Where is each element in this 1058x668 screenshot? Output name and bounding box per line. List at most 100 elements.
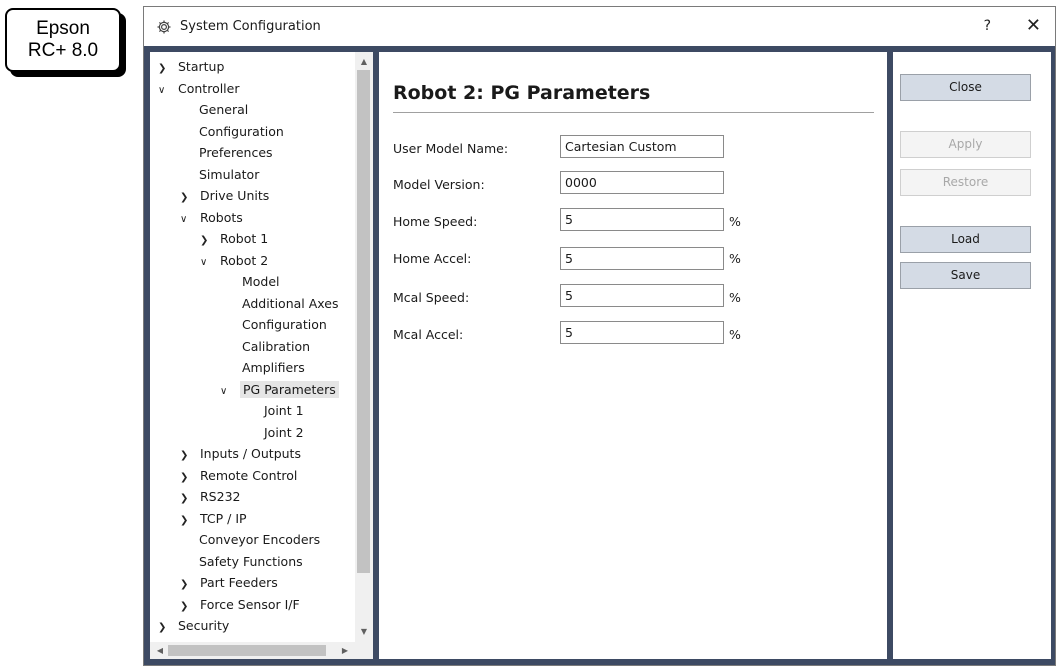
window-title: System Configuration	[180, 19, 321, 34]
content-panel: Robot 2: PG Parameters User Model Name: …	[379, 52, 887, 659]
home-accel-label: Home Accel:	[393, 251, 472, 266]
tree-item-label: TCP / IP	[200, 510, 247, 526]
user-model-name-input[interactable]: Cartesian Custom	[560, 135, 724, 158]
tree-item[interactable]: Configuration	[199, 121, 284, 142]
tree-item[interactable]: ∨ Robot 2	[200, 250, 268, 271]
scroll-left-arrow-icon[interactable]: ◀	[152, 642, 168, 659]
tree-item[interactable]: Configuration	[242, 314, 327, 335]
tree-item[interactable]: ❯ TCP / IP	[180, 508, 247, 529]
tree-item-label: Preferences	[199, 145, 273, 160]
tree-item-label: Joint 2	[264, 424, 304, 440]
tree-item-label: Conveyor Encoders	[199, 532, 321, 547]
close-button[interactable]: Close	[900, 74, 1031, 101]
home-speed-input[interactable]: 5	[560, 208, 724, 231]
tree-horizontal-scrollbar[interactable]: ◀ ▶	[150, 642, 355, 659]
chevron-down-icon[interactable]: ∨	[158, 80, 178, 101]
horizontal-scroll-thumb[interactable]	[168, 645, 326, 656]
tree-item[interactable]: ∨ PG Parameters	[220, 379, 339, 400]
chevron-down-icon[interactable]: ∨	[220, 381, 240, 402]
tree-item[interactable]: ❯ RS232	[180, 486, 240, 507]
tree-item-label: Calibration	[242, 338, 311, 354]
tree-item-label: Force Sensor I/F	[200, 596, 300, 612]
apply-button[interactable]: Apply	[900, 131, 1031, 158]
chevron-right-icon[interactable]: ❯	[180, 187, 200, 208]
tree-item[interactable]: ❯ Security	[158, 615, 229, 636]
tree-item-label: Additional Axes	[242, 295, 339, 311]
tree-item[interactable]: ❯ Part Feeders	[180, 572, 278, 593]
tree-item[interactable]: Amplifiers	[242, 357, 305, 378]
tree-item-label: Part Feeders	[200, 575, 278, 590]
close-window-button[interactable]: ✕	[1026, 15, 1041, 36]
tree-item[interactable]: ∨ Robots	[180, 207, 243, 228]
gear-icon	[156, 19, 172, 35]
tree-item-label: Configuration	[242, 317, 327, 332]
tree-item[interactable]: ❯ Force Sensor I/F	[180, 594, 300, 615]
tree-item-label: Model	[242, 274, 280, 289]
scroll-right-arrow-icon[interactable]: ▶	[337, 642, 353, 659]
chevron-right-icon[interactable]: ❯	[180, 488, 200, 509]
tree-item[interactable]: Model	[242, 271, 280, 292]
tree-item[interactable]: ❯ Startup	[158, 56, 224, 77]
tree-item[interactable]: ❯ Drive Units	[180, 185, 269, 206]
mcal-accel-unit: %	[729, 327, 741, 342]
tree-item-label: Joint 1	[264, 403, 304, 418]
tree-item[interactable]: ❯ Robot 1	[200, 228, 268, 249]
badge-line-2: RC+ 8.0	[27, 40, 99, 61]
tree-item-label: Drive Units	[200, 188, 270, 203]
chevron-right-icon[interactable]: ❯	[180, 596, 200, 617]
help-button[interactable]: ?	[984, 18, 991, 34]
tree-item[interactable]: Safety Functions	[199, 551, 303, 572]
tree-item-label: Robot 1	[220, 231, 269, 246]
chevron-right-icon[interactable]: ❯	[158, 617, 178, 638]
navigation-tree-panel: ❯ Startup ∨ Controller General Configuration P…	[150, 52, 373, 659]
tree-item[interactable]: Joint 1	[264, 400, 304, 421]
navigation-tree: ❯ Startup ∨ Controller General Configuration P…	[150, 52, 355, 642]
restore-button[interactable]: Restore	[900, 169, 1031, 196]
tree-item-label: Remote Control	[200, 467, 298, 483]
chevron-right-icon[interactable]: ❯	[200, 230, 220, 251]
title-divider	[393, 112, 874, 113]
product-badge: Epson RC+ 8.0	[5, 8, 121, 72]
chevron-right-icon[interactable]: ❯	[180, 574, 200, 595]
tree-item[interactable]: Conveyor Encoders	[199, 529, 320, 550]
chevron-down-icon[interactable]: ∨	[200, 252, 220, 273]
home-accel-input[interactable]: 5	[560, 247, 724, 270]
tree-item-label: RS232	[200, 489, 241, 504]
chevron-right-icon[interactable]: ❯	[180, 445, 200, 466]
mcal-accel-input[interactable]: 5	[560, 321, 724, 344]
scroll-down-arrow-icon[interactable]: ▼	[355, 624, 373, 640]
badge-line-1: Epson	[36, 18, 90, 39]
tree-item[interactable]: ❯ Inputs / Outputs	[180, 443, 301, 464]
model-version-label: Model Version:	[393, 177, 485, 192]
tree-vertical-scrollbar[interactable]: ▲ ▼	[355, 52, 373, 642]
tree-item[interactable]: Simulator	[199, 164, 259, 185]
tree-item[interactable]: Additional Axes	[242, 293, 339, 314]
chevron-right-icon[interactable]: ❯	[158, 58, 178, 79]
tree-item-label: Startup	[178, 59, 225, 74]
chevron-right-icon[interactable]: ❯	[180, 467, 200, 488]
page-title: Robot 2: PG Parameters	[393, 82, 651, 104]
scroll-up-arrow-icon[interactable]: ▲	[355, 54, 373, 70]
mcal-accel-label: Mcal Accel:	[393, 327, 464, 342]
mcal-speed-label: Mcal Speed:	[393, 290, 470, 305]
chevron-right-icon[interactable]: ❯	[180, 510, 200, 531]
tree-item-label: Security	[178, 618, 230, 633]
scrollbar-corner	[355, 642, 373, 659]
tree-item-label: Safety Functions	[199, 553, 303, 569]
tree-item[interactable]: Joint 2	[264, 422, 304, 443]
save-button[interactable]: Save	[900, 262, 1031, 289]
tree-item[interactable]: Preferences	[199, 142, 273, 163]
tree-item-label: Configuration	[199, 123, 284, 139]
tree-item[interactable]: ∨ Controller	[158, 78, 240, 99]
model-version-input[interactable]: 0000	[560, 171, 724, 194]
home-accel-unit: %	[729, 251, 741, 266]
chevron-down-icon[interactable]: ∨	[180, 209, 200, 230]
tree-item-label: Robots	[200, 209, 243, 225]
tree-item-label: Simulator	[199, 166, 260, 182]
tree-item[interactable]: Calibration	[242, 336, 310, 357]
vertical-scroll-thumb[interactable]	[357, 70, 370, 573]
mcal-speed-input[interactable]: 5	[560, 284, 724, 307]
tree-item[interactable]: General	[199, 99, 248, 120]
load-button[interactable]: Load	[900, 226, 1031, 253]
tree-item[interactable]: ❯ Remote Control	[180, 465, 297, 486]
